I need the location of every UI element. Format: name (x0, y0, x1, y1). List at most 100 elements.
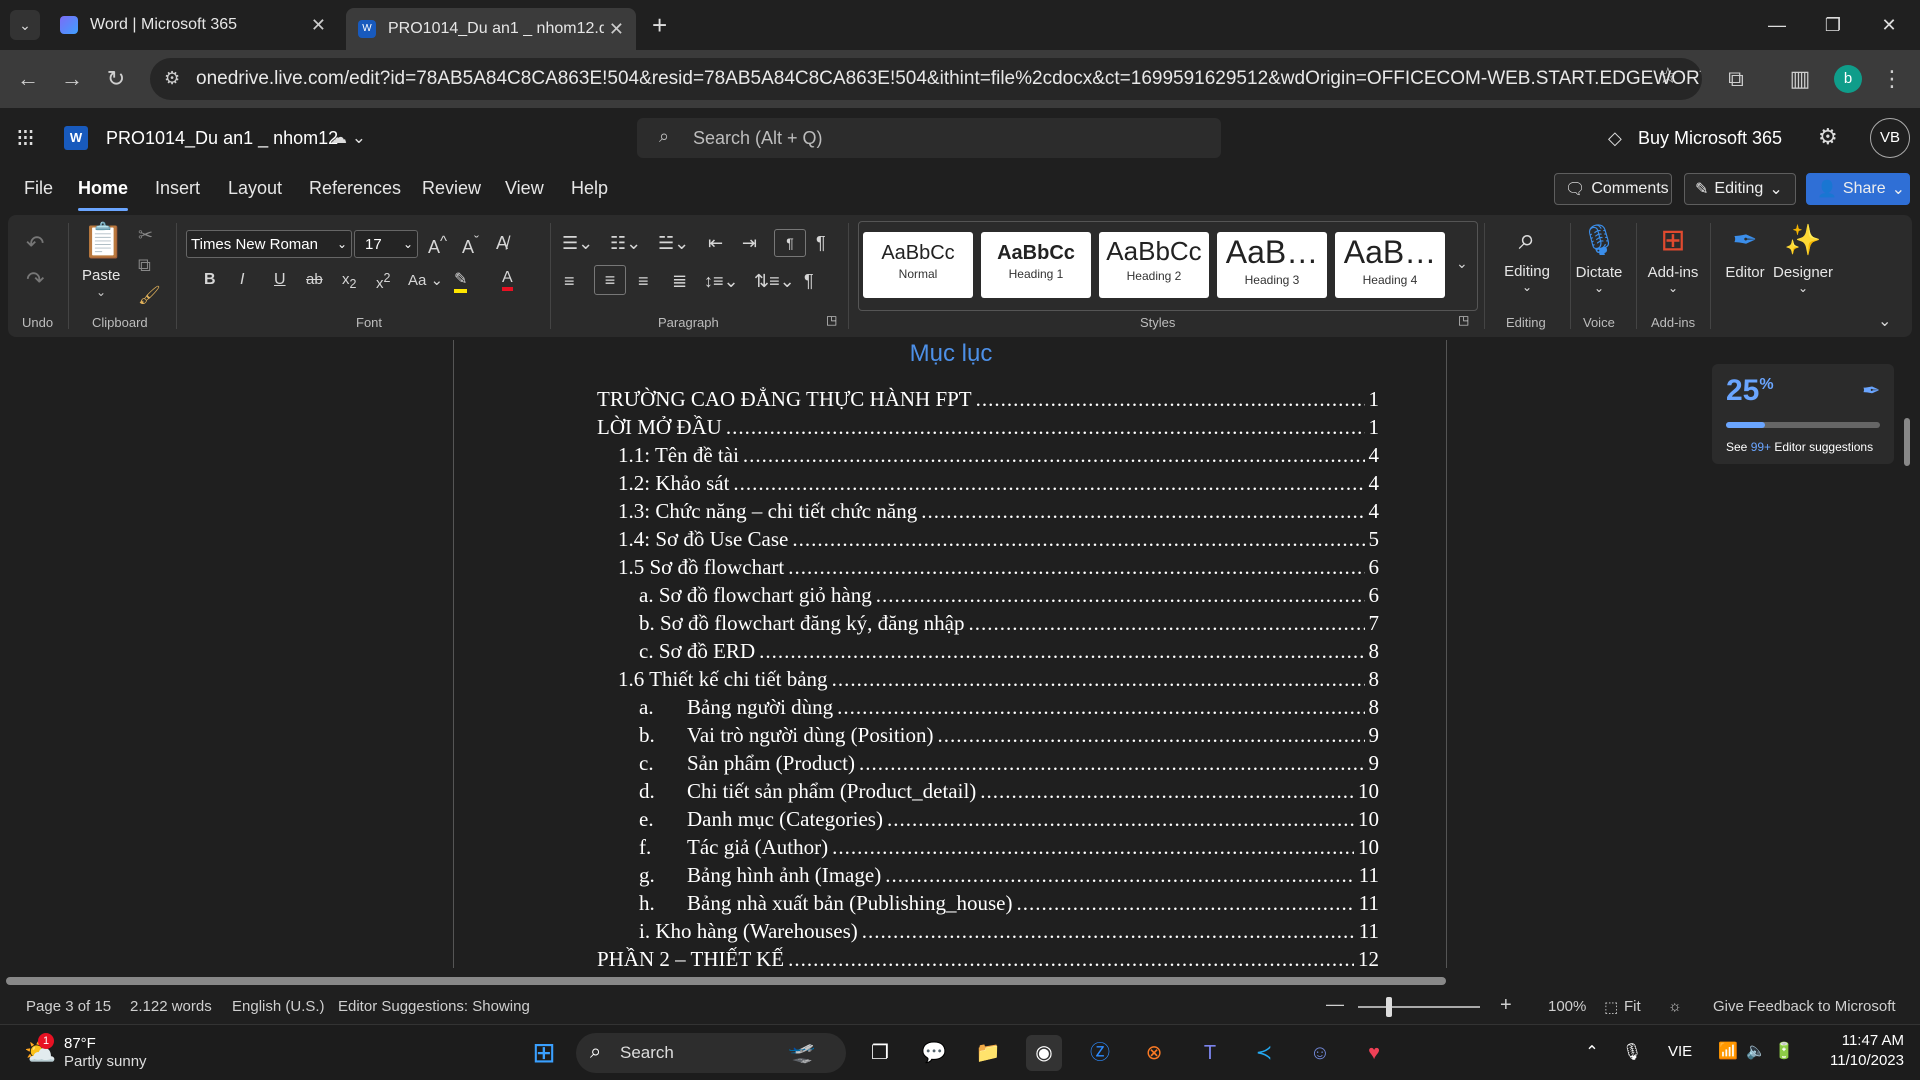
highlight-color-icon[interactable]: ✎ (454, 269, 468, 293)
task-view-icon[interactable]: ❐ (862, 1035, 898, 1071)
window-close-icon[interactable]: ✕ (1874, 10, 1904, 40)
tab-home[interactable]: Home (78, 178, 129, 211)
share-button[interactable]: 👤 Share ⌄ (1806, 173, 1910, 205)
style-heading-3[interactable]: AaB… Heading 3 (1217, 232, 1327, 298)
clear-formatting-icon[interactable]: A̸ (496, 233, 508, 254)
styles-more-icon[interactable]: ⌄ (1456, 255, 1468, 272)
shrink-font-icon[interactable]: Aˇ (462, 233, 479, 258)
toc-entry[interactable]: TRƯỜNG CAO ĐẲNG THỰC HÀNH FPT 1 (597, 384, 1379, 412)
dialog-launcher-icon[interactable]: ◳ (1458, 313, 1469, 327)
input-language[interactable]: VIE (1668, 1043, 1692, 1060)
language-indicator[interactable]: English (U.S.) (232, 998, 325, 1015)
paste-clipboard-icon[interactable]: 📋 (82, 221, 124, 261)
zoom-in-icon[interactable]: + (1500, 994, 1512, 1017)
toc-entry[interactable]: c. Sản phẩm (Product) 9 (639, 748, 1379, 776)
toc-entry[interactable]: 1.4: Sơ đồ Use Case 5 (618, 524, 1379, 552)
document-title[interactable]: PRO1014_Du an1 _ nhom12 (106, 128, 338, 149)
underline-icon[interactable]: U (274, 271, 286, 289)
xampp-icon[interactable]: ⊗ (1136, 1035, 1172, 1071)
toc-entry[interactable]: 1.1: Tên đề tài 4 (618, 440, 1379, 468)
font-color-icon[interactable]: A (502, 269, 513, 291)
zoom-level[interactable]: 100% (1548, 998, 1586, 1015)
multilevel-list-icon[interactable]: ☱⌄ (658, 233, 689, 254)
account-avatar[interactable]: VB (1870, 118, 1910, 158)
tab-help[interactable]: Help (571, 178, 608, 199)
search-box[interactable]: ⌕ Search (Alt + Q) (637, 118, 1221, 158)
weather-widget[interactable]: ⛅ 1 87°F Partly sunny (20, 1033, 170, 1073)
sidebar-toggle-icon[interactable]: ▥ (1784, 63, 1816, 95)
rtl-direction-icon[interactable]: ¶ (774, 229, 806, 257)
toc-entry[interactable]: g. Bảng hình ảnh (Image) 11 (639, 860, 1379, 888)
settings-gear-icon[interactable]: ⚙ (1818, 124, 1838, 150)
grow-font-icon[interactable]: A^ (428, 233, 447, 258)
add-ins-button[interactable]: ⊞ Add-ins ⌄ (1638, 223, 1708, 295)
italic-icon[interactable]: I (240, 271, 244, 289)
feedback-link[interactable]: Give Feedback to Microsoft (1713, 998, 1896, 1015)
toc-entry[interactable]: a. Bảng người dùng 8 (639, 692, 1379, 720)
format-painter-icon[interactable]: 🖌 (138, 285, 161, 306)
tab-review[interactable]: Review (422, 178, 481, 199)
style-heading-4[interactable]: AaB… Heading 4 (1335, 232, 1445, 298)
site-info-icon[interactable]: ⚙ (164, 68, 180, 89)
designer-button[interactable]: ✨ Designer ⌄ (1768, 223, 1838, 295)
show-formatting-icon[interactable]: ¶ (816, 233, 826, 254)
increase-indent-icon[interactable]: ⇥ (742, 233, 757, 254)
paragraph-mark-icon[interactable]: ¶ (804, 271, 814, 292)
start-windows-icon[interactable]: ⊞ (526, 1035, 562, 1071)
style-heading-2[interactable]: AaBbCc Heading 2 (1099, 232, 1209, 298)
buy-microsoft-365-link[interactable]: Buy Microsoft 365 (1638, 128, 1782, 149)
dialog-launcher-icon[interactable]: ◳ (826, 313, 837, 327)
clock-date[interactable]: 11/10/2023 (1812, 1052, 1904, 1069)
style-heading-1[interactable]: AaBbCc Heading 1 (981, 232, 1091, 298)
toc-entry[interactable]: e. Danh mục (Categories) 10 (639, 804, 1379, 832)
toc-entry[interactable]: c. Sơ đồ ERD 8 (639, 636, 1379, 664)
microphone-tray-icon[interactable]: 🎙 (1614, 1035, 1650, 1071)
pocket-app-icon[interactable]: ♥ (1356, 1035, 1392, 1071)
tray-overflow-icon[interactable]: ⌃ (1574, 1035, 1610, 1071)
style-normal[interactable]: AaBbCc Normal (863, 232, 973, 298)
extensions-icon[interactable]: ⧉ (1720, 63, 1752, 95)
tab-file[interactable]: File (24, 178, 53, 199)
decrease-indent-icon[interactable]: ⇤ (708, 233, 723, 254)
teams-icon[interactable]: T (1192, 1035, 1228, 1071)
align-center-icon[interactable]: ≡ (594, 265, 626, 295)
toc-entry[interactable]: 1.2: Khảo sát 4 (618, 468, 1379, 496)
ribbon-collapse-icon[interactable]: ⌄ (1878, 311, 1891, 331)
tab-view[interactable]: View (505, 178, 544, 199)
horizontal-scrollbar[interactable] (6, 977, 1446, 985)
tab-references[interactable]: References (309, 178, 401, 199)
justify-icon[interactable]: ≣ (672, 271, 687, 292)
profile-avatar[interactable]: b (1834, 65, 1862, 93)
toc-entry[interactable]: 1.3: Chức năng – chi tiết chức năng 4 (618, 496, 1379, 524)
toc-entry[interactable]: LỜI MỞ ĐẦU 1 (597, 412, 1379, 440)
file-explorer-icon[interactable]: 📁 (970, 1035, 1006, 1071)
toc-entry[interactable]: a. Sơ đồ flowchart giỏ hàng 6 (639, 580, 1379, 608)
forward-icon[interactable]: → (56, 63, 88, 95)
browser-tab-document[interactable]: W PRO1014_Du an1 _ nhom12.doc ✕ (346, 8, 636, 50)
word-count[interactable]: 2.122 words (130, 998, 212, 1015)
zoom-slider[interactable] (1358, 1006, 1480, 1008)
reload-icon[interactable]: ↻ (100, 63, 132, 95)
editor-score-card[interactable]: 25% ✒ See 99+ Editor suggestions (1712, 364, 1894, 464)
back-icon[interactable]: ← (12, 63, 44, 95)
bullets-icon[interactable]: ☰⌄ (562, 233, 593, 254)
new-tab-button[interactable]: + (652, 10, 667, 41)
redo-icon[interactable]: ↷ (26, 267, 44, 293)
paste-button[interactable]: Paste (82, 267, 120, 284)
change-case-icon[interactable]: Aa ⌄ (408, 271, 443, 289)
discord-icon[interactable]: ☺ (1302, 1035, 1338, 1071)
subscript-icon[interactable]: x2 (342, 271, 356, 291)
clock-time[interactable]: 11:47 AM (1830, 1032, 1904, 1049)
favorite-star-icon[interactable]: ☆ (1658, 63, 1678, 89)
paragraph-spacing-icon[interactable]: ⇅≡⌄ (754, 271, 795, 292)
app-launcher-icon[interactable]: ⁝⁝⁝ (16, 124, 35, 153)
toc-entry[interactable]: 1.5 Sơ đồ flowchart 6 (618, 552, 1379, 580)
vertical-scrollbar[interactable] (1904, 418, 1910, 466)
tab-actions-menu-icon[interactable]: ⌄ (10, 10, 40, 40)
toc-entry[interactable]: h. Bảng nhà xuất bản (Publishing_house) 11 (639, 888, 1379, 916)
dictate-button[interactable]: 🎙 Dictate ⌄ (1564, 223, 1634, 295)
align-right-icon[interactable]: ≡ (638, 271, 649, 292)
vscode-icon[interactable]: ≺ (1246, 1035, 1282, 1071)
comments-button[interactable]: 🗨 Comments (1554, 173, 1672, 205)
toc-entry[interactable]: b. Vai trò người dùng (Position) 9 (639, 720, 1379, 748)
